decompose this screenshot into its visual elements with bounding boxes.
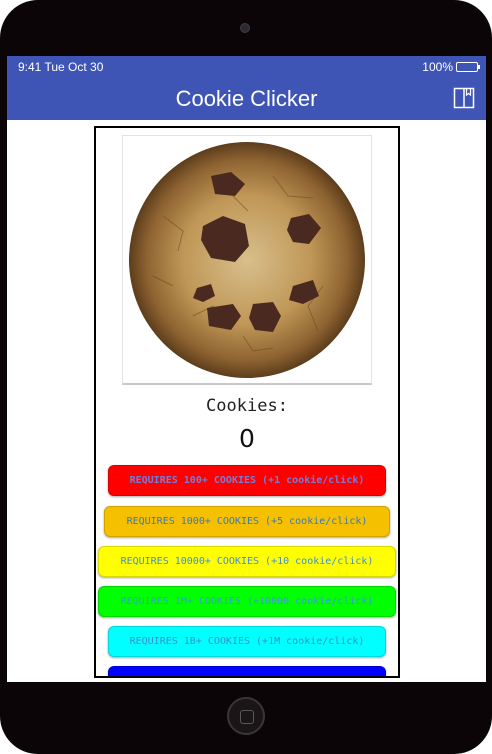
status-time: 9:41 Tue Oct 30 [18,60,104,74]
app-title: Cookie Clicker [175,86,318,111]
battery-percent: 100% [422,60,453,74]
cookie-image [129,142,365,378]
front-camera [240,23,250,33]
game-panel: Cookies: 0 REQUIRES 100+ COOKIES (+1 coo… [94,126,400,678]
home-button[interactable] [227,697,265,735]
device-frame: 9:41 Tue Oct 30 100% Cookie Clicker Cook… [0,0,492,754]
upgrade-button-2[interactable]: REQUIRES 1000+ COOKIES (+5 cookie/click) [104,506,390,537]
screen: 9:41 Tue Oct 30 100% Cookie Clicker Cook… [7,56,486,682]
cookies-label: Cookies: [206,396,288,416]
cookie-button[interactable] [122,135,372,385]
upgrade-button-3[interactable]: REQUIRES 10000+ COOKIES (+10 cookie/clic… [98,546,396,577]
upgrade-button-4[interactable]: REQUIRES 1M+ COOKIES (+10000 cookie/clic… [98,586,396,617]
upgrade-button-6[interactable] [108,666,386,676]
upgrade-button-5[interactable]: REQUIRES 1B+ COOKIES (+1M cookie/click) [108,626,386,657]
book-icon[interactable] [453,87,475,109]
battery-icon [456,62,480,72]
top-bar: 9:41 Tue Oct 30 100% Cookie Clicker [7,56,486,120]
upgrade-button-1[interactable]: REQUIRES 100+ COOKIES (+1 cookie/click) [108,465,386,496]
cookies-count: 0 [239,424,255,453]
